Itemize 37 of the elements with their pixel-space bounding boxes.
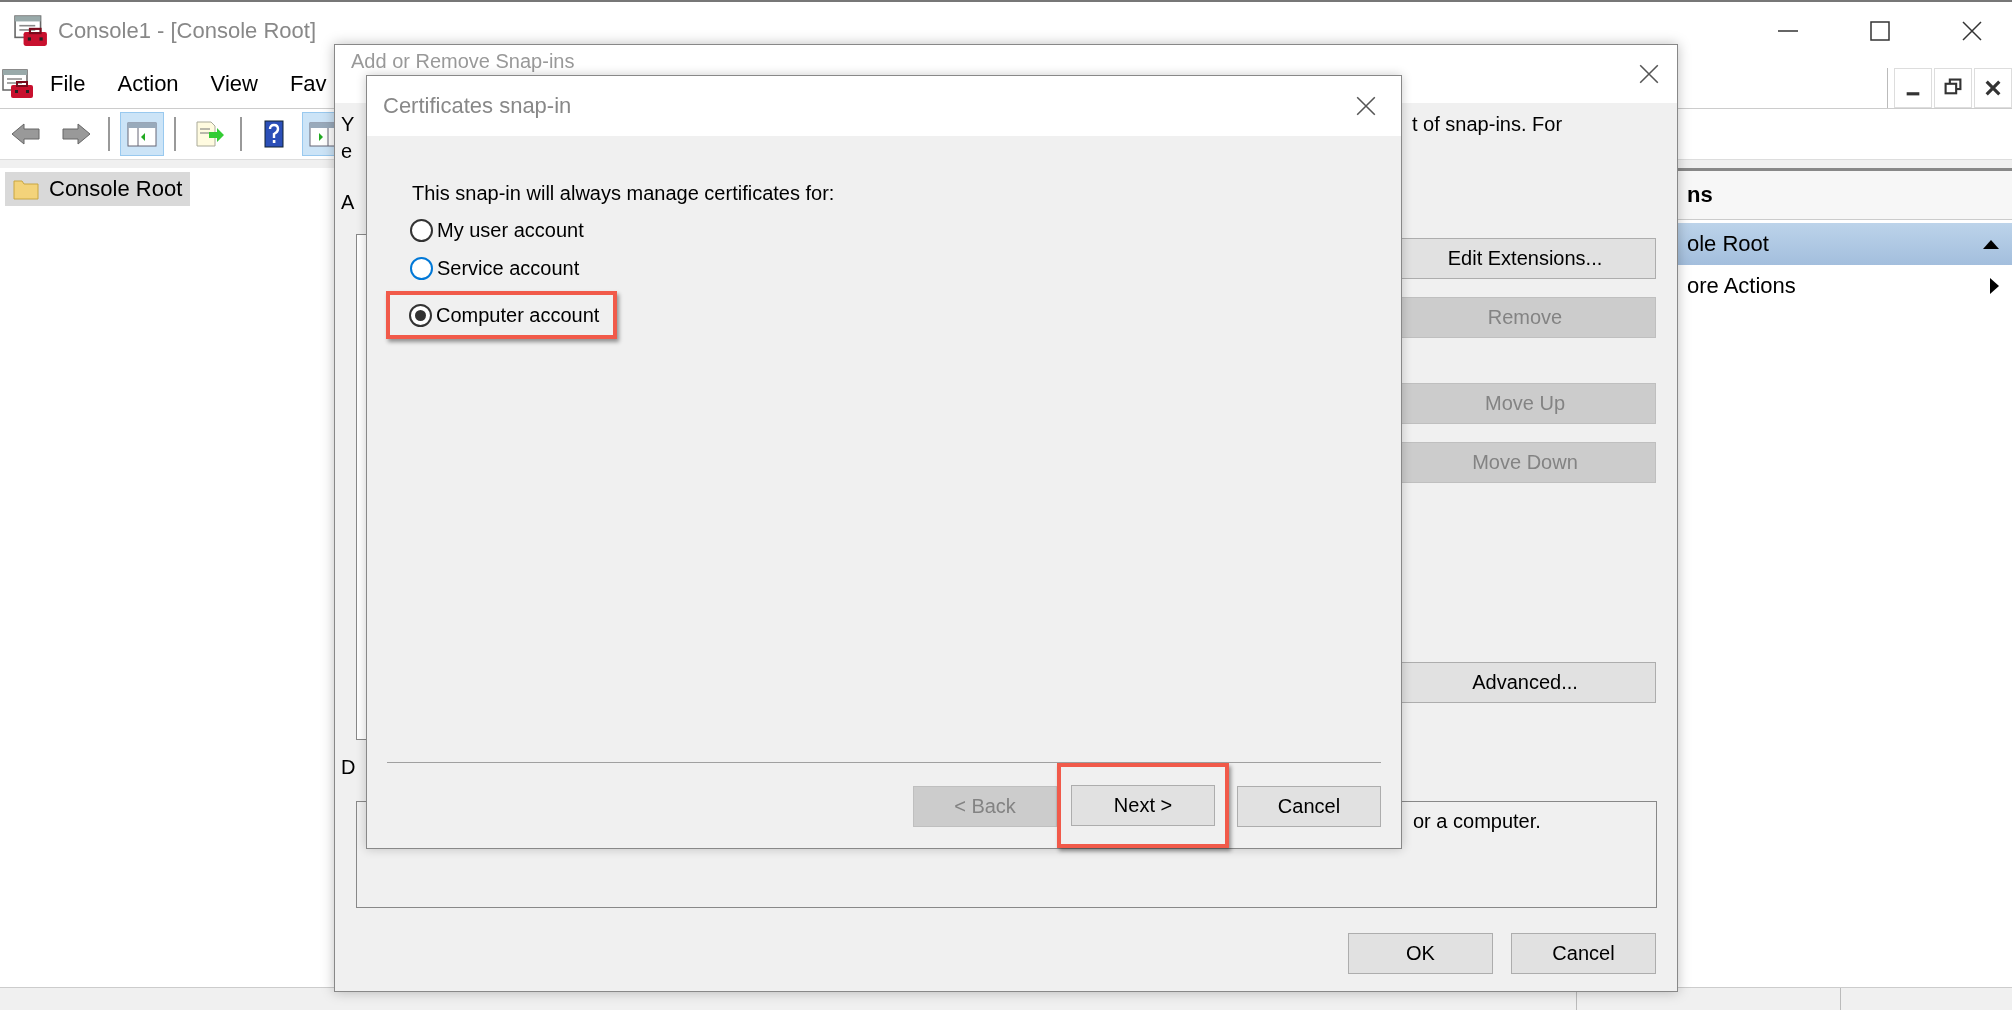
dialog-button[interactable]: Next > [1071,785,1215,826]
close-icon[interactable] [1638,63,1660,85]
radio-option[interactable]: My user account [410,219,584,242]
field-label: D [341,756,356,779]
tree-item[interactable]: Console Root [5,172,191,206]
dialog-text: t of snap-ins. For [1412,113,1563,136]
radio-option[interactable]: Service account [410,257,580,280]
maximize-icon[interactable] [1868,19,1892,43]
close-icon[interactable] [1960,19,1984,43]
menu-item[interactable]: File [34,71,102,97]
radio-option[interactable]: Computer account [409,304,600,327]
pane-header: ns [1687,182,1713,208]
dialog-button[interactable]: Cancel [1237,786,1381,827]
collapse-icon[interactable] [1982,238,2000,250]
menu-item[interactable]: Action [101,71,195,97]
folder-icon [13,178,39,200]
pane-icon [125,119,159,149]
field-label: A [341,191,355,214]
window-title: Console1 - [Console Root] [58,18,317,44]
dialog-text: Y [341,113,355,136]
dialog-button[interactable]: OK [1348,933,1493,974]
submenu-arrow-icon [1988,277,2000,295]
prompt-text: This snap-in will always manage certificates for: [412,182,836,205]
description-text: or a computer. [1413,810,1541,833]
console-app-icon [14,14,48,48]
dialog-text: e [341,140,353,163]
action-item[interactable]: ore Actions [1663,265,2012,307]
minimize-icon[interactable] [1894,68,1932,108]
dialog-title: Add or Remove Snap-ins [351,50,575,73]
restore-icon[interactable] [1934,68,1972,108]
radio-button[interactable] [410,219,433,242]
dialog-button[interactable]: Cancel [1511,933,1656,974]
close-icon[interactable] [1355,95,1377,117]
dialog-title: Certificates snap-in [383,93,572,119]
radio-button[interactable] [410,257,433,280]
radio-button[interactable] [409,304,432,327]
menu-item[interactable]: View [194,71,274,97]
